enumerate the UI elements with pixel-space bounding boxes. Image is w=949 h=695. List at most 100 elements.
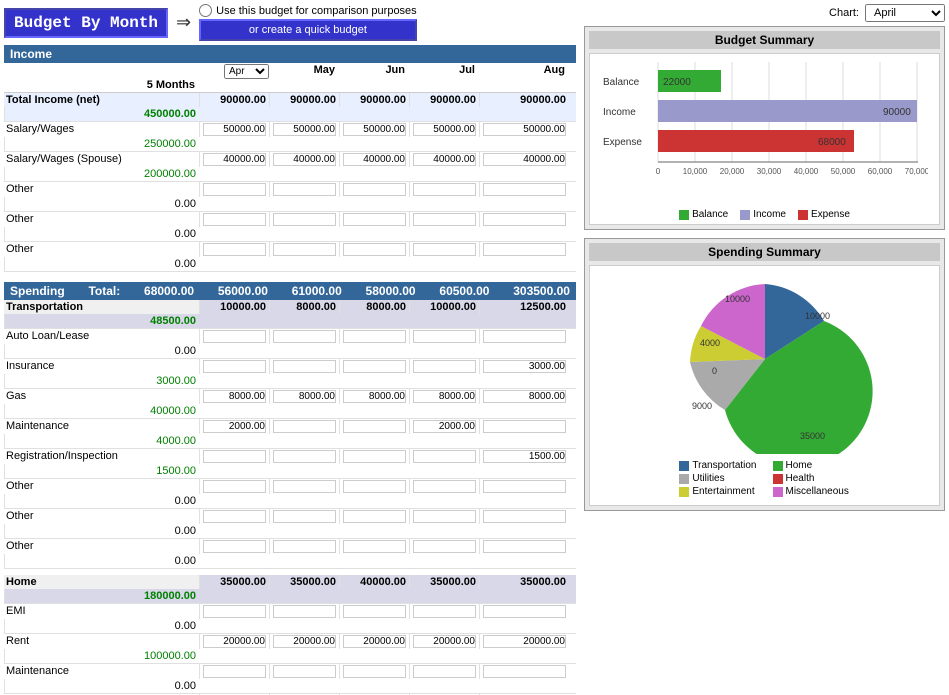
- cell-value[interactable]: [479, 152, 569, 167]
- cell-value[interactable]: [269, 604, 339, 619]
- cell-input[interactable]: [483, 665, 566, 678]
- cell-value[interactable]: [479, 634, 569, 649]
- cell-input[interactable]: [343, 390, 406, 403]
- cell-value[interactable]: [479, 212, 569, 227]
- cell-value[interactable]: [479, 479, 569, 494]
- cell-value[interactable]: [409, 449, 479, 464]
- cell-input[interactable]: [273, 183, 336, 196]
- cell-value[interactable]: [269, 212, 339, 227]
- cell-input[interactable]: [273, 420, 336, 433]
- cell-value[interactable]: [269, 509, 339, 524]
- cell-value[interactable]: [199, 122, 269, 137]
- cell-value[interactable]: [199, 359, 269, 374]
- cell-value[interactable]: [269, 242, 339, 257]
- cell-input[interactable]: [273, 390, 336, 403]
- cell-input[interactable]: [483, 450, 566, 463]
- cell-input[interactable]: [273, 635, 336, 648]
- cell-value[interactable]: [199, 449, 269, 464]
- cell-value[interactable]: [409, 242, 479, 257]
- cell-value[interactable]: [199, 634, 269, 649]
- cell-value[interactable]: [339, 152, 409, 167]
- cell-value[interactable]: [479, 664, 569, 679]
- cell-input[interactable]: [203, 480, 266, 493]
- comparison-radio[interactable]: [199, 4, 212, 17]
- cell-value[interactable]: [339, 479, 409, 494]
- cell-input[interactable]: [203, 635, 266, 648]
- cell-value[interactable]: [479, 122, 569, 137]
- cell-input[interactable]: [483, 420, 566, 433]
- cell-input[interactable]: [343, 330, 406, 343]
- cell-value[interactable]: [269, 389, 339, 404]
- cell-input[interactable]: [343, 123, 406, 136]
- cell-input[interactable]: [343, 450, 406, 463]
- cell-input[interactable]: [203, 243, 266, 256]
- cell-input[interactable]: [273, 153, 336, 166]
- cell-value[interactable]: [409, 604, 479, 619]
- cell-value[interactable]: [479, 389, 569, 404]
- cell-input[interactable]: [343, 420, 406, 433]
- cell-value[interactable]: [339, 122, 409, 137]
- cell-value[interactable]: [409, 634, 479, 649]
- cell-input[interactable]: [203, 665, 266, 678]
- cell-value[interactable]: [339, 449, 409, 464]
- cell-input[interactable]: [343, 480, 406, 493]
- cell-value[interactable]: [199, 664, 269, 679]
- cell-input[interactable]: [413, 183, 476, 196]
- cell-input[interactable]: [413, 243, 476, 256]
- cell-input[interactable]: [203, 183, 266, 196]
- cell-input[interactable]: [273, 665, 336, 678]
- cell-input[interactable]: [483, 390, 566, 403]
- cell-value[interactable]: [339, 509, 409, 524]
- cell-input[interactable]: [343, 213, 406, 226]
- chart-month-select[interactable]: AprilMayJuneJulyAugust: [865, 4, 945, 22]
- cell-value[interactable]: [269, 634, 339, 649]
- cell-input[interactable]: [413, 635, 476, 648]
- cell-value[interactable]: [479, 509, 569, 524]
- cell-value[interactable]: [339, 604, 409, 619]
- cell-value[interactable]: [409, 479, 479, 494]
- cell-value[interactable]: [199, 479, 269, 494]
- cell-input[interactable]: [203, 360, 266, 373]
- cell-value[interactable]: [269, 122, 339, 137]
- cell-input[interactable]: [343, 635, 406, 648]
- cell-input[interactable]: [413, 605, 476, 618]
- cell-input[interactable]: [203, 123, 266, 136]
- cell-value[interactable]: [339, 182, 409, 197]
- cell-input[interactable]: [343, 183, 406, 196]
- cell-value[interactable]: [409, 359, 479, 374]
- cell-input[interactable]: [413, 480, 476, 493]
- cell-value[interactable]: [339, 539, 409, 554]
- cell-value[interactable]: [339, 634, 409, 649]
- cell-input[interactable]: [483, 243, 566, 256]
- cell-input[interactable]: [203, 330, 266, 343]
- cell-value[interactable]: [339, 419, 409, 434]
- cell-input[interactable]: [343, 510, 406, 523]
- cell-input[interactable]: [483, 605, 566, 618]
- cell-input[interactable]: [343, 605, 406, 618]
- cell-input[interactable]: [413, 360, 476, 373]
- cell-value[interactable]: [199, 152, 269, 167]
- cell-input[interactable]: [343, 360, 406, 373]
- cell-value[interactable]: [409, 152, 479, 167]
- cell-input[interactable]: [413, 450, 476, 463]
- cell-input[interactable]: [483, 123, 566, 136]
- cell-value[interactable]: [479, 604, 569, 619]
- cell-value[interactable]: [199, 182, 269, 197]
- cell-input[interactable]: [273, 480, 336, 493]
- cell-value[interactable]: [199, 329, 269, 344]
- cell-value[interactable]: [409, 389, 479, 404]
- cell-value[interactable]: [269, 539, 339, 554]
- cell-value[interactable]: [199, 509, 269, 524]
- cell-value[interactable]: [479, 539, 569, 554]
- cell-input[interactable]: [343, 153, 406, 166]
- cell-value[interactable]: [269, 449, 339, 464]
- cell-input[interactable]: [273, 243, 336, 256]
- cell-input[interactable]: [203, 605, 266, 618]
- cell-input[interactable]: [483, 213, 566, 226]
- cell-value[interactable]: [199, 242, 269, 257]
- cell-input[interactable]: [203, 510, 266, 523]
- cell-value[interactable]: [409, 329, 479, 344]
- cell-value[interactable]: [199, 389, 269, 404]
- cell-value[interactable]: [269, 359, 339, 374]
- cell-input[interactable]: [413, 665, 476, 678]
